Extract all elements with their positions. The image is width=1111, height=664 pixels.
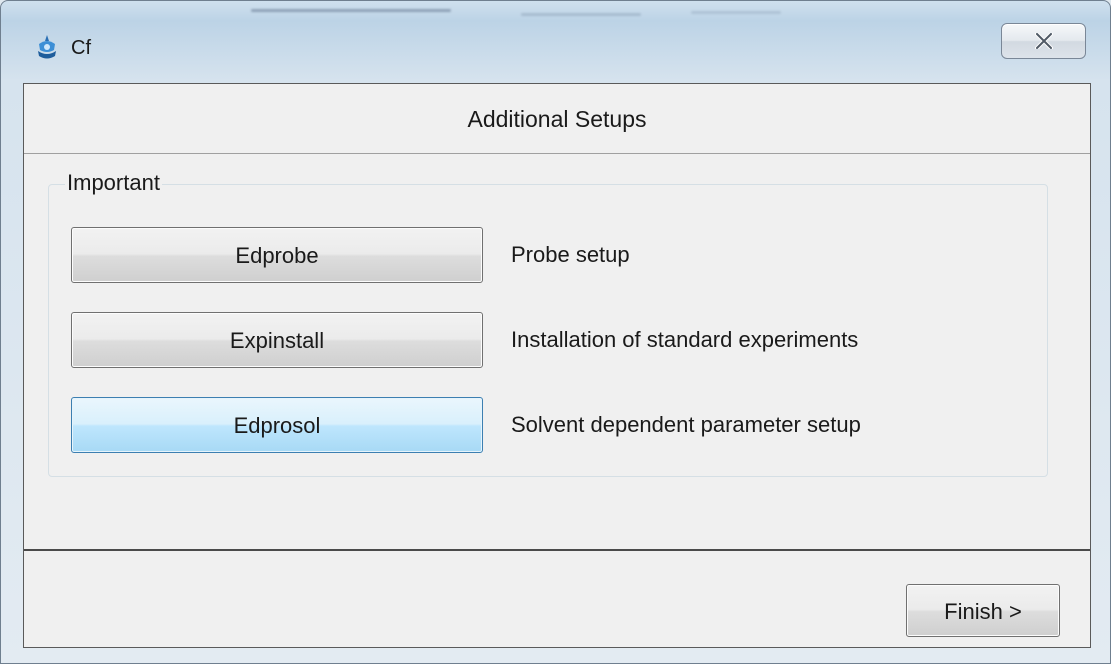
action-row-edprobe: Edprobe Probe setup	[71, 227, 1031, 283]
edprobe-description: Probe setup	[511, 242, 630, 267]
header-title: Additional Setups	[467, 106, 647, 132]
action-row-edprosol: Edprosol Solvent dependent parameter set…	[71, 397, 1031, 453]
dialog-content: Important Edprobe Probe setup Expinstall…	[24, 154, 1090, 551]
title-bar[interactable]: Cf	[1, 1, 1110, 83]
group-legend: Important	[65, 170, 162, 196]
window-title: Cf	[71, 37, 91, 59]
edprosol-description: Solvent dependent parameter setup	[511, 412, 861, 437]
dialog-window: Cf Additional Setups Important Edprobe P…	[0, 0, 1111, 664]
dialog-header: Additional Setups	[24, 84, 1090, 154]
close-x-icon	[1035, 33, 1053, 49]
action-row-expinstall: Expinstall Installation of standard expe…	[71, 312, 1031, 368]
expinstall-button[interactable]: Expinstall	[71, 312, 483, 368]
edprosol-button[interactable]: Edprosol	[71, 397, 483, 453]
dialog-client-area: Additional Setups Important Edprobe Prob…	[23, 83, 1091, 648]
expinstall-description: Installation of standard experiments	[511, 327, 859, 352]
dialog-footer: Finish >	[24, 551, 1090, 647]
finish-button[interactable]: Finish >	[906, 584, 1060, 637]
important-group: Important Edprobe Probe setup Expinstall…	[48, 170, 1048, 477]
close-button[interactable]	[1001, 23, 1086, 59]
edprobe-button[interactable]: Edprobe	[71, 227, 483, 283]
cf-app-icon	[34, 34, 60, 62]
